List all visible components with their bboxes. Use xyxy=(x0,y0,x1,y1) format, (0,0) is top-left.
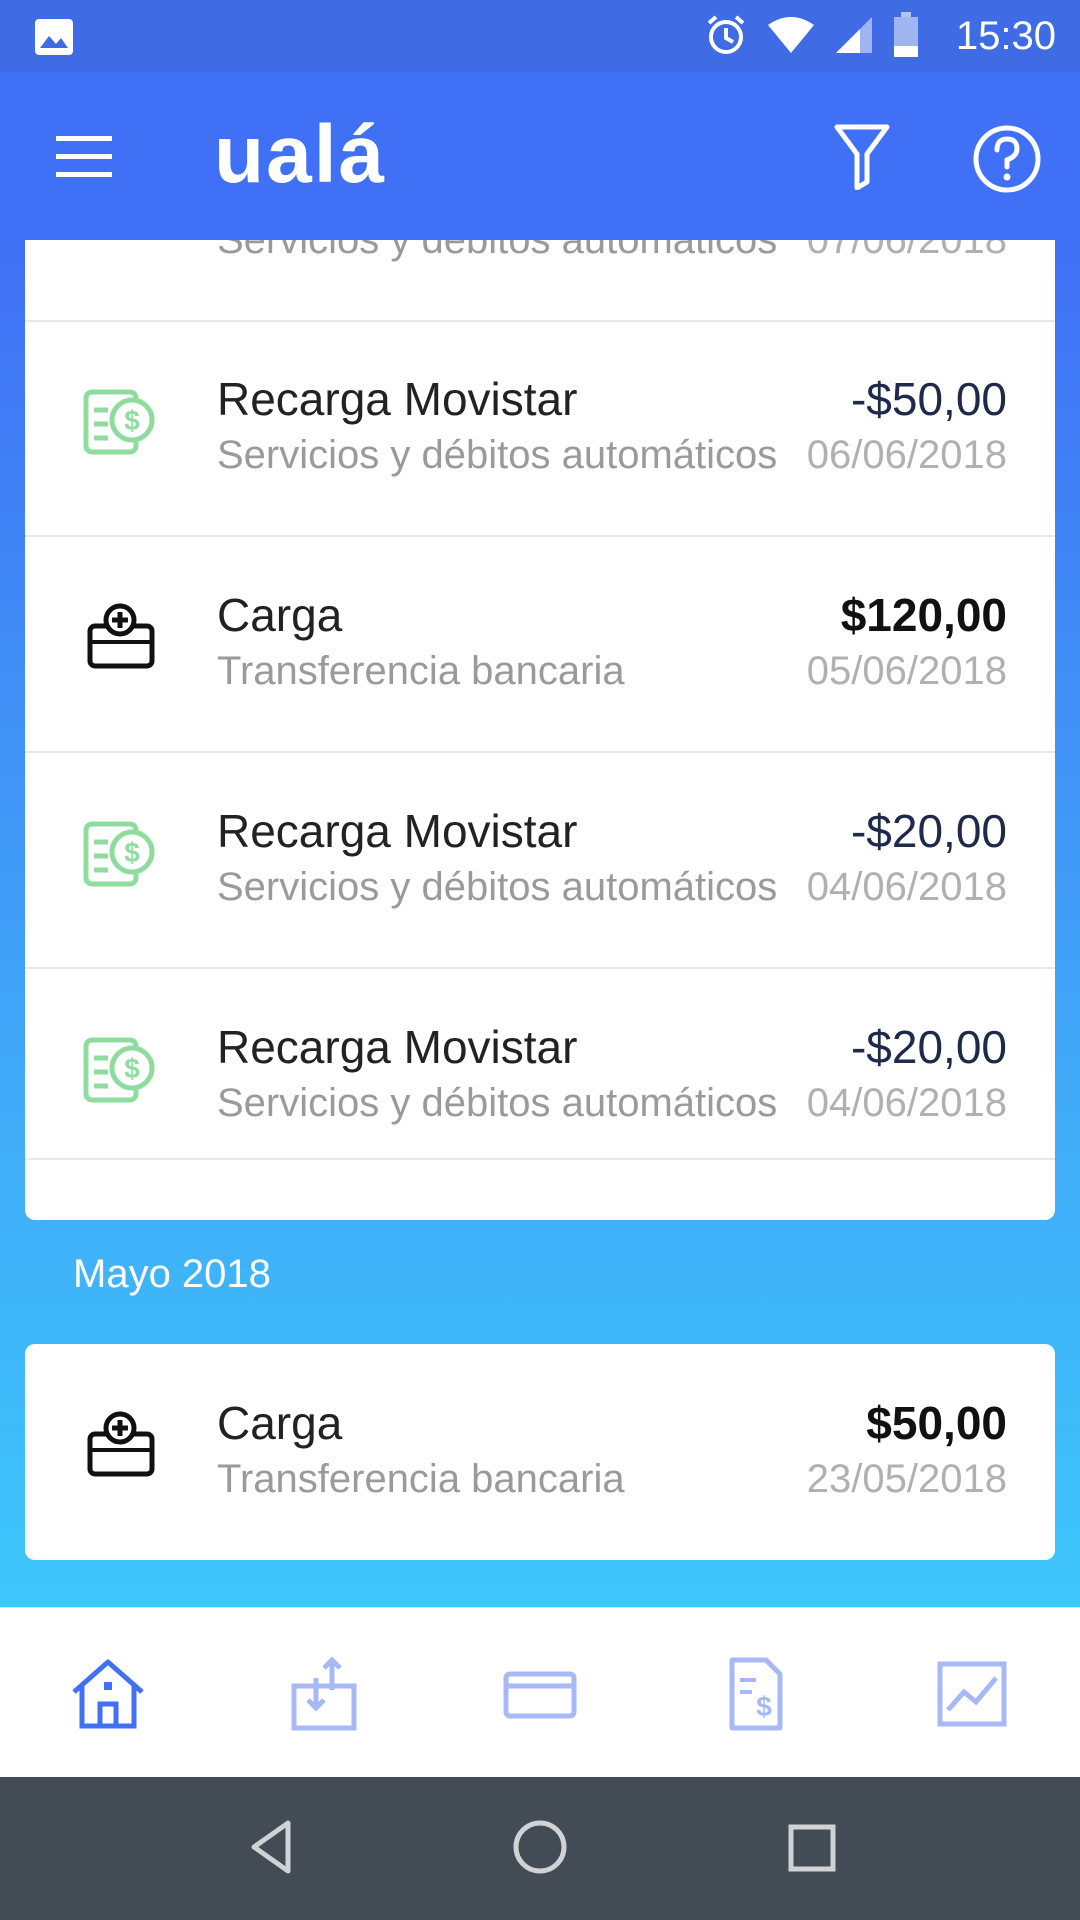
recents-icon[interactable] xyxy=(786,1817,838,1877)
transaction-row[interactable]: Carga Transferencia bancaria $50,00 23/0… xyxy=(25,1344,1055,1559)
bill-icon: $ xyxy=(80,240,160,245)
chart-icon[interactable] xyxy=(932,1656,1012,1732)
transaction-amount: -$20,00 xyxy=(850,805,1007,857)
transaction-row[interactable]: $ Recarga Movistar Servicios y débitos a… xyxy=(25,320,1055,537)
help-icon[interactable] xyxy=(972,124,1042,194)
home-icon[interactable] xyxy=(68,1656,148,1732)
transaction-date: 04/06/2018 xyxy=(806,1081,1007,1125)
transaction-category: Servicios y débitos automáticos xyxy=(217,240,778,262)
section-header-may: Mayo 2018 xyxy=(73,1252,271,1296)
transactions-list[interactable]: $ Servicios y débitos automáticos 07/06/… xyxy=(0,240,1080,1607)
bill-icon: $ xyxy=(83,821,155,887)
wifi-icon xyxy=(768,17,814,53)
transaction-amount: -$50,00 xyxy=(850,373,1007,425)
status-time: 15:30 xyxy=(955,14,1056,58)
system-navigation-bar xyxy=(0,1777,1080,1920)
bottom-navigation: $ xyxy=(0,1607,1080,1778)
transaction-amount: $50,00 xyxy=(866,1397,1007,1449)
transaction-category: Servicios y débitos automáticos xyxy=(217,865,778,909)
transfer-icon[interactable] xyxy=(284,1656,364,1732)
status-bar: 15:30 xyxy=(0,0,1080,72)
card-icon[interactable] xyxy=(500,1656,580,1732)
transaction-row[interactable]: $ Recarga Movistar Servicios y débitos a… xyxy=(25,968,1055,1160)
bill-icon: $ xyxy=(83,1037,155,1103)
svg-text:$: $ xyxy=(756,1691,772,1722)
transaction-title: Recarga Movistar xyxy=(217,805,578,857)
transaction-date: 04/06/2018 xyxy=(806,865,1007,909)
signal-icon xyxy=(836,17,872,53)
transaction-row[interactable]: $ Recarga Movistar Servicios y débitos a… xyxy=(25,752,1055,969)
battery-icon xyxy=(894,12,918,57)
transaction-amount: -$20,00 xyxy=(850,1021,1007,1073)
svg-text:$: $ xyxy=(124,1053,140,1084)
transaction-title: Carga xyxy=(217,1397,343,1449)
back-icon[interactable] xyxy=(248,1817,294,1877)
invoice-icon[interactable]: $ xyxy=(716,1656,796,1732)
filter-icon[interactable] xyxy=(834,124,890,190)
transaction-date: 07/06/2018 xyxy=(806,240,1007,262)
transaction-row[interactable]: $ Servicios y débitos automáticos 07/06/… xyxy=(25,240,1055,322)
transaction-amount: $120,00 xyxy=(840,589,1007,641)
transaction-date: 23/05/2018 xyxy=(806,1457,1007,1501)
transaction-title: Recarga Movistar xyxy=(217,1021,578,1073)
menu-icon[interactable] xyxy=(56,136,112,178)
june-transactions-card: $ Servicios y débitos automáticos 07/06/… xyxy=(25,240,1055,1220)
may-transactions-card: Carga Transferencia bancaria $50,00 23/0… xyxy=(25,1344,1055,1560)
svg-text:$: $ xyxy=(124,405,140,436)
transaction-category: Servicios y débitos automáticos xyxy=(217,433,778,477)
transaction-title: Carga xyxy=(217,589,343,641)
app-bar: ualá xyxy=(0,72,1080,240)
app-logo: ualá xyxy=(214,109,387,200)
transaction-category: Transferencia bancaria xyxy=(217,1457,625,1501)
deposit-icon xyxy=(87,603,155,669)
deposit-icon xyxy=(87,1411,155,1477)
alarm-icon xyxy=(707,15,745,54)
transaction-date: 05/06/2018 xyxy=(806,649,1007,693)
transaction-date: 06/06/2018 xyxy=(806,433,1007,477)
transaction-category: Servicios y débitos automáticos xyxy=(217,1081,778,1125)
svg-text:$: $ xyxy=(124,837,140,868)
home-button-icon[interactable] xyxy=(510,1817,570,1877)
transaction-title: Recarga Movistar xyxy=(217,373,578,425)
image-icon xyxy=(35,19,73,55)
transaction-row[interactable]: Carga Transferencia bancaria $120,00 05/… xyxy=(25,536,1055,753)
transaction-category: Transferencia bancaria xyxy=(217,649,625,693)
bill-icon: $ xyxy=(83,389,155,455)
